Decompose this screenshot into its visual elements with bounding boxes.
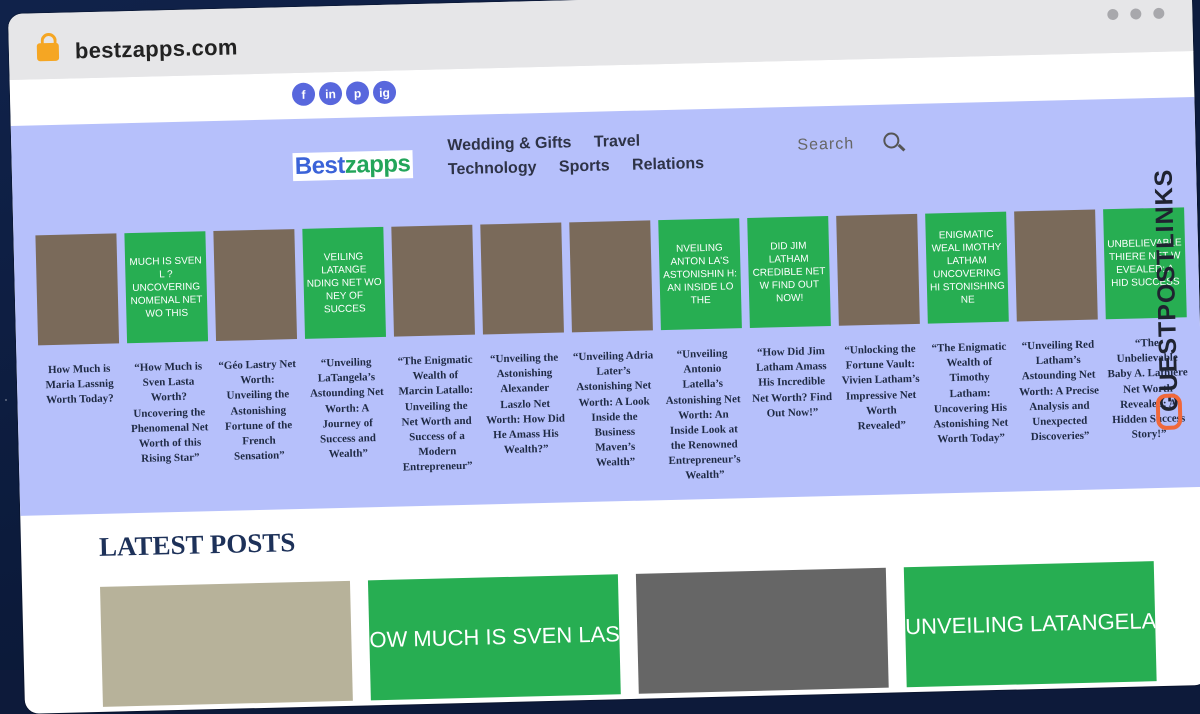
card-caption[interactable]: “The Enigmatic Wealth of Timothy Latham:…: [928, 340, 1012, 448]
lock-icon: [36, 42, 60, 62]
card[interactable]: NVEILING ANTON LA'S ASTONISHIN H: AN INS…: [658, 218, 745, 484]
nav-item-travel[interactable]: Travel: [594, 133, 641, 152]
card-thumbnail: [480, 222, 564, 335]
card-thumbnail: [213, 229, 298, 342]
window-controls: [1107, 7, 1165, 21]
card[interactable]: VEILING LATANGE NDING NET WO NEY OF SUCC…: [302, 226, 389, 493]
card-thumbnail: ENIGMATIC WEAL IMOTHY LATHAM UNCOVERING …: [925, 211, 1009, 324]
card[interactable]: “The Enigmatic Wealth of Marcin Latallo:…: [391, 224, 478, 491]
logo-text-a: Best: [294, 151, 346, 181]
search-icon[interactable]: [883, 132, 900, 149]
post-thumbnail[interactable]: [100, 580, 353, 707]
latest-posts-grid: OW MUCH IS SVEN LAS UNVEILING LATANGELA: [100, 561, 1157, 707]
card-thumbnail: [569, 220, 653, 333]
latest-posts-heading: LATEST POSTS: [98, 527, 296, 562]
card-caption[interactable]: “The Enigmatic Wealth of Marcin Latallo:…: [394, 353, 478, 476]
card-caption[interactable]: “How Did Jim Latham Amass His Incredible…: [750, 344, 833, 422]
card-thumbnail: [836, 213, 920, 326]
card-caption[interactable]: “Unveiling Red Latham’s Astounding Net W…: [1017, 337, 1101, 445]
card-caption[interactable]: “Unlocking the Fortune Vault: Vivien Lat…: [839, 342, 922, 435]
card-thumbnail: [1014, 209, 1098, 322]
search-input[interactable]: Search: [797, 135, 854, 154]
window-dot-icon[interactable]: [1130, 8, 1142, 20]
card-caption[interactable]: “How Much is Sven Lasta Worth? Uncoverin…: [128, 359, 212, 467]
link-icon: [1155, 393, 1183, 431]
card-thumbnail: NVEILING ANTON LA'S ASTONISHIN H: AN INS…: [658, 218, 742, 331]
guestpostlinks-badge: GUESTPOSTLINKS: [1141, 135, 1189, 456]
card-thumbnail: [35, 233, 120, 346]
window-dot-icon[interactable]: [1153, 7, 1165, 20]
pinterest-icon[interactable]: p: [345, 81, 370, 105]
instagram-icon[interactable]: ig: [372, 80, 397, 105]
logo-text-b: zapps: [344, 150, 411, 179]
window-dot-icon[interactable]: [1107, 8, 1119, 21]
card-caption[interactable]: “Unveiling the Astonishing Alexander Las…: [483, 351, 567, 459]
card[interactable]: “Unveiling Adria Later’s Astonishing Net…: [569, 220, 656, 486]
card-thumbnail: [391, 224, 475, 337]
card[interactable]: “Unveiling Red Latham’s Astounding Net W…: [1014, 209, 1101, 475]
card-thumbnail: MUCH IS SVEN L ? UNCOVERING NOMENAL NET …: [124, 231, 209, 344]
card-caption[interactable]: “Unveiling Antonio Latella’s Astonishing…: [661, 346, 745, 484]
site-logo[interactable]: Bestzapps: [292, 150, 413, 182]
nav-item-sports[interactable]: Sports: [559, 157, 610, 176]
address-bar[interactable]: bestzapps.com: [75, 34, 238, 64]
post-thumbnail[interactable]: [635, 567, 889, 694]
card[interactable]: MUCH IS SVEN L ? UNCOVERING NOMENAL NET …: [124, 231, 211, 497]
card-caption[interactable]: “Unveiling LaTangela’s Astounding Net Wo…: [305, 355, 389, 463]
card[interactable]: ENIGMATIC WEAL IMOTHY LATHAM UNCOVERING …: [925, 211, 1012, 478]
card-caption[interactable]: How Much is Maria Lassnig Worth Today?: [39, 361, 121, 408]
linkedin-icon[interactable]: in: [318, 81, 343, 106]
card-caption[interactable]: “Géo Lastry Net Worth: Unveiling the Ast…: [216, 357, 300, 465]
card-thumbnail: DID JIM LATHAM CREDIBLE NET W FIND OUT N…: [747, 216, 831, 328]
featured-cards: How Much is Maria Lassnig Worth Today? M…: [35, 207, 1190, 500]
card[interactable]: “Unlocking the Fortune Vault: Vivien Lat…: [836, 213, 923, 480]
facebook-icon[interactable]: f: [291, 82, 316, 107]
card[interactable]: “Géo Lastry Net Worth: Unveiling the Ast…: [213, 229, 300, 495]
post-thumbnail[interactable]: OW MUCH IS SVEN LAS: [367, 574, 621, 701]
card-caption[interactable]: “Unveiling Adria Later’s Astonishing Net…: [572, 348, 656, 471]
nav-item-relations[interactable]: Relations: [632, 155, 704, 175]
browser-window: bestzapps.com f in p ig Bestzapps Weddin…: [8, 0, 1200, 714]
card[interactable]: How Much is Maria Lassnig Worth Today?: [35, 233, 122, 499]
post-thumbnail[interactable]: UNVEILING LATANGELA: [903, 561, 1157, 688]
nav-item-technology[interactable]: Technology: [448, 159, 537, 179]
header-hero: Bestzapps Wedding & Gifts Travel Technol…: [10, 97, 1200, 516]
card[interactable]: DID JIM LATHAM CREDIBLE NET W FIND OUT N…: [747, 216, 834, 482]
nav-item-wedding-gifts[interactable]: Wedding & Gifts: [447, 134, 572, 155]
card-thumbnail: VEILING LATANGE NDING NET WO NEY OF SUCC…: [302, 226, 387, 339]
main-nav: Wedding & Gifts Travel Technology Sports…: [447, 129, 768, 185]
social-links: f in p ig: [291, 80, 397, 107]
card[interactable]: “Unveiling the Astonishing Alexander Las…: [480, 222, 567, 489]
